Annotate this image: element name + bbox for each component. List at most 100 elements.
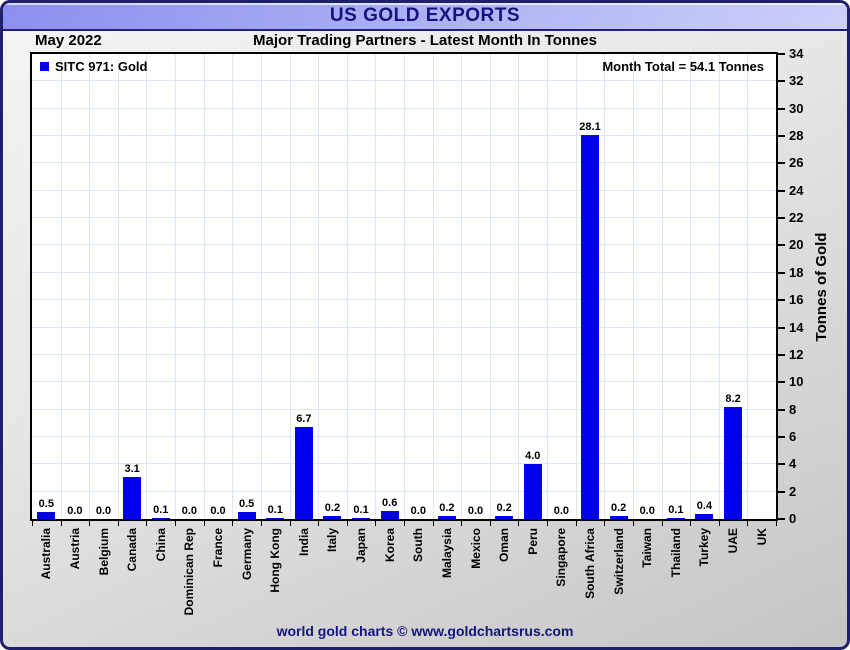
x-tick bbox=[404, 521, 405, 526]
gridline-horizontal bbox=[32, 135, 776, 137]
bar bbox=[266, 517, 285, 519]
y-tick bbox=[778, 107, 785, 110]
x-tick bbox=[690, 521, 692, 526]
x-tick bbox=[632, 521, 634, 526]
bar-value-label: 0.2 bbox=[496, 502, 512, 515]
bar-value-label: 8.2 bbox=[725, 392, 741, 405]
bar bbox=[151, 517, 170, 519]
gridline-vertical bbox=[461, 54, 463, 519]
bar bbox=[581, 134, 599, 519]
gridline-horizontal bbox=[32, 381, 776, 383]
x-tick bbox=[575, 521, 577, 526]
gridline-vertical bbox=[232, 54, 234, 519]
x-tick bbox=[89, 521, 91, 526]
x-tick bbox=[346, 521, 348, 526]
gridline-vertical bbox=[260, 54, 262, 519]
bar bbox=[695, 513, 714, 519]
y-tick-label: 6 bbox=[789, 428, 797, 444]
bar-value-label: 4.0 bbox=[525, 450, 541, 463]
gridline-horizontal bbox=[32, 162, 776, 164]
gridline-vertical bbox=[318, 54, 320, 519]
y-tick-label: 22 bbox=[789, 210, 804, 226]
y-axis-title-text: Tonnes of Gold bbox=[812, 232, 830, 342]
y-tick bbox=[778, 326, 785, 329]
y-tick-label: 24 bbox=[789, 182, 804, 198]
legend-swatch-icon bbox=[40, 62, 49, 71]
gridline-vertical bbox=[175, 54, 177, 519]
y-tick bbox=[778, 435, 785, 438]
gridline-horizontal bbox=[32, 189, 776, 191]
title-bar: US GOLD EXPORTS bbox=[3, 3, 847, 31]
x-tick bbox=[518, 521, 520, 526]
chart-window: US GOLD EXPORTS May 2022 Major Trading P… bbox=[0, 0, 850, 650]
y-tick-label: 28 bbox=[789, 128, 804, 144]
y-tick-label: 18 bbox=[789, 264, 804, 280]
gridline-vertical bbox=[547, 54, 549, 519]
gridline-vertical bbox=[203, 54, 205, 519]
gridline-vertical bbox=[146, 54, 148, 519]
y-tick-label: 0 bbox=[789, 511, 797, 526]
y-tick-label: 14 bbox=[789, 319, 804, 335]
gridline-horizontal bbox=[32, 107, 776, 109]
page-title: US GOLD EXPORTS bbox=[329, 5, 521, 26]
bar bbox=[323, 516, 342, 519]
bar-value-label: 0.4 bbox=[696, 499, 713, 512]
legend: SITC 971: Gold bbox=[40, 59, 147, 74]
gridline-vertical bbox=[289, 54, 291, 519]
y-tick bbox=[778, 135, 785, 138]
y-tick bbox=[778, 162, 785, 165]
subtitle-row: May 2022 Major Trading Partners - Latest… bbox=[3, 32, 847, 52]
x-tick bbox=[146, 521, 148, 526]
y-tick-label: 4 bbox=[789, 456, 797, 472]
gridline-vertical bbox=[661, 54, 663, 519]
x-tick bbox=[289, 521, 291, 526]
y-tick bbox=[778, 381, 785, 384]
y-tick-label: 16 bbox=[789, 292, 804, 308]
y-tick bbox=[778, 299, 785, 302]
y-tick-label: 8 bbox=[789, 401, 797, 417]
bar bbox=[495, 516, 514, 519]
gridline-vertical bbox=[632, 54, 634, 519]
y-tick bbox=[778, 189, 785, 192]
x-tick bbox=[203, 521, 205, 526]
y-tick bbox=[778, 217, 785, 220]
bar-value-label: 0.0 bbox=[553, 505, 570, 517]
y-tick bbox=[778, 490, 785, 493]
y-tick-label: 2 bbox=[789, 483, 797, 499]
x-tick bbox=[232, 521, 234, 526]
x-tick bbox=[318, 521, 320, 526]
x-tick bbox=[117, 521, 119, 526]
gridline-vertical bbox=[89, 54, 91, 519]
gridline-vertical bbox=[432, 54, 434, 519]
footer-credit: world gold charts © www.goldchartsrus.co… bbox=[276, 623, 574, 639]
y-tick bbox=[778, 80, 785, 83]
gridline-horizontal bbox=[32, 326, 776, 328]
y-tick bbox=[778, 53, 785, 55]
gridline-vertical bbox=[117, 54, 119, 519]
gridline-vertical bbox=[489, 54, 491, 519]
x-tick bbox=[604, 521, 606, 526]
gridline-vertical bbox=[518, 54, 520, 519]
gridline-horizontal bbox=[32, 271, 776, 273]
bar bbox=[724, 406, 743, 519]
gridline-horizontal bbox=[32, 299, 776, 301]
bar-value-label: 6.7 bbox=[296, 413, 312, 426]
x-tick bbox=[776, 521, 777, 526]
x-tick bbox=[175, 521, 177, 526]
x-tick bbox=[489, 521, 491, 526]
month-total-label: Month Total = 54.1 Tonnes bbox=[602, 59, 764, 74]
y-tick-label: 12 bbox=[789, 346, 804, 362]
gridline-horizontal bbox=[32, 435, 776, 437]
y-tick-label: 32 bbox=[789, 73, 804, 89]
gridline-vertical bbox=[375, 54, 377, 519]
x-tick bbox=[747, 521, 749, 526]
plot-area: 0.5 0.0 0.0 3.1 0.1 0.0 0.0 0.5 0.1 6.7 0.2 0.1 0.6 0… bbox=[30, 52, 778, 521]
gridline-vertical bbox=[747, 54, 749, 519]
y-tick-label: 34 bbox=[789, 46, 804, 61]
gridline-vertical bbox=[404, 54, 405, 519]
y-tick-label: 26 bbox=[789, 155, 804, 171]
bar-value-label: 28.1 bbox=[579, 120, 601, 133]
chart-subtitle: Major Trading Partners - Latest Month In… bbox=[253, 32, 597, 49]
y-tick bbox=[778, 463, 785, 466]
gridline-vertical bbox=[346, 54, 348, 519]
